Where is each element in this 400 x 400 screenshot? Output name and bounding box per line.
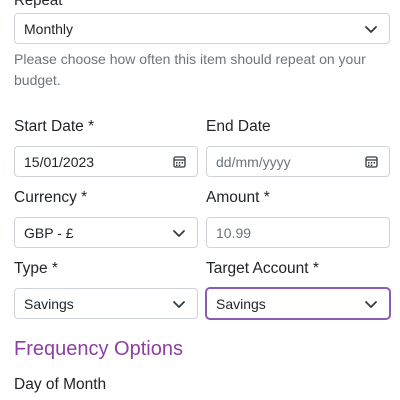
repeat-frequency-label: Repeat — [14, 0, 63, 9]
chevron-down-icon — [363, 296, 379, 312]
end-date-label: End Date — [206, 118, 271, 135]
chevron-down-icon — [171, 225, 187, 241]
repeat-frequency-value: Monthly — [24, 20, 74, 37]
frequency-options-heading: Frequency Options — [14, 338, 183, 360]
calendar-icon[interactable] — [171, 154, 187, 170]
calendar-icon[interactable] — [363, 154, 379, 170]
target-account-value: Savings — [216, 295, 266, 312]
chevron-down-icon — [363, 21, 379, 37]
currency-select[interactable]: GBP - £ — [14, 217, 198, 248]
amount-input[interactable]: 10.99 — [206, 217, 390, 248]
currency-value: GBP - £ — [24, 224, 74, 241]
target-account-label: Target Account * — [206, 260, 319, 277]
target-account-select[interactable]: Savings — [206, 288, 390, 319]
start-date-value: 15/01/2023 — [24, 153, 95, 170]
end-date-input[interactable]: dd/mm/yyyy — [206, 146, 390, 177]
start-date-input[interactable]: 15/01/2023 — [14, 146, 198, 177]
amount-placeholder: 10.99 — [216, 224, 252, 241]
type-label: Type * — [14, 260, 58, 277]
type-select[interactable]: Savings — [14, 288, 198, 319]
type-value: Savings — [24, 295, 74, 312]
repeat-frequency-select[interactable]: Monthly — [14, 13, 390, 44]
day-of-month-label: Day of Month — [14, 376, 107, 393]
end-date-placeholder: dd/mm/yyyy — [216, 153, 291, 170]
chevron-down-icon — [171, 296, 187, 312]
amount-label: Amount * — [206, 189, 270, 206]
currency-label: Currency * — [14, 189, 88, 206]
start-date-label: Start Date * — [14, 118, 95, 135]
repeat-frequency-help-text: Please choose how often this item should… — [14, 51, 366, 88]
